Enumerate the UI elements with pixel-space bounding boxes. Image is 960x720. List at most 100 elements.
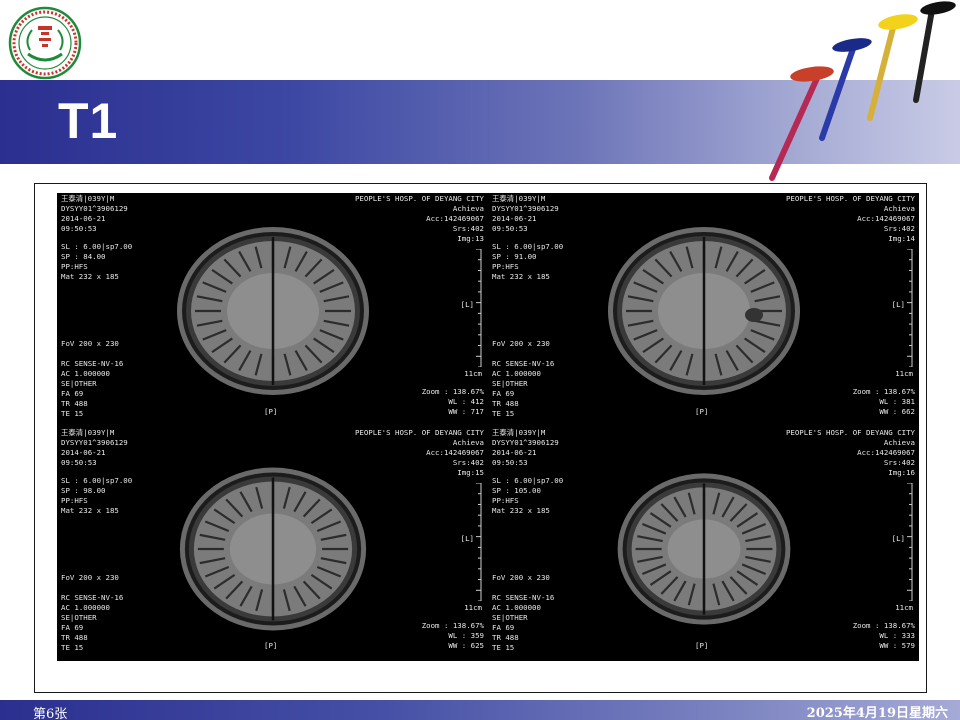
slide-date: 2025年4月19日星期六 [806,706,948,720]
overlay-se: SE|OTHER [61,379,97,388]
scale-ruler [907,249,913,367]
reflex-hammers-icon [769,1,956,181]
overlay-window-info: Zoom : 138.67% WL : 333 WW : 579 [853,621,915,651]
overlay-patient: 王泰清|039Y|M [492,428,546,437]
overlay-fa: FA 69 [492,623,515,632]
overlay-mat: Mat 232 x 185 [492,272,550,281]
overlay-img: Img:13 [457,234,484,243]
overlay-te: TE 15 [492,409,515,418]
overlay-id: DYSYY01^3906129 [492,438,559,447]
mri-panel: 王泰清|039Y|M DYSYY01^3906129 2014-06-21 09:50… [488,427,919,661]
overlay-tr: TR 488 [492,633,519,642]
mri-grid: 王泰清|039Y|M DYSYY01^3906129 2014-06-21 09:50… [57,193,919,661]
orientation-left-label: [L] [460,300,474,309]
overlay-se: SE|OTHER [61,613,97,622]
overlay-pp: PP:HFS [492,496,519,505]
overlay-system: Achieva [452,204,484,213]
overlay-fa: FA 69 [61,389,84,398]
orientation-left-label: [L] [891,534,905,543]
overlay-se: SE|OTHER [492,379,528,388]
overlay-patient-info: 王泰清|039Y|M DYSYY01^3906129 2014-06-21 09:50… [492,428,559,468]
overlay-slice-info: SL : 6.00|sp7.00 SP : 98.00 PP:HFS Mat 232 … [61,476,132,516]
scale-label: 11cm [895,369,913,378]
overlay-patient: 王泰清|039Y|M [61,194,115,203]
overlay-hospital: PEOPLE'S HOSP. OF DEYANG CITY [785,428,915,437]
overlay-sl: SL : 6.00|sp7.00 [492,242,564,251]
overlay-ac: AC 1.000000 [61,369,110,378]
overlay-pp: PP:HFS [61,496,88,505]
overlay-rc: RC SENSE-NV-16 [492,359,555,368]
overlay-mat: Mat 232 x 185 [61,506,119,515]
overlay-time: 09:50:53 [492,224,528,233]
overlay-window-info: Zoom : 138.67% WL : 359 WW : 625 [422,621,484,651]
overlay-ac: AC 1.000000 [492,369,541,378]
mri-panel: 王泰清|039Y|M DYSYY01^3906129 2014-06-21 09:50… [488,193,919,427]
overlay-sp: SP : 84.00 [61,252,106,261]
overlay-ww: WW : 717 [448,407,484,416]
overlay-acc: Acc:142469067 [857,448,915,457]
overlay-sequence-info: RC SENSE-NV-16 AC 1.000000 SE|OTHER FA 69 TR… [61,359,123,419]
overlay-id: DYSYY01^3906129 [61,204,128,213]
overlay-wl: WL : 381 [879,397,915,406]
overlay-wl: WL : 333 [879,631,915,640]
orientation-posterior-label: [P] [695,641,709,650]
overlay-patient: 王泰清|039Y|M [492,194,546,203]
overlay-srs: Srs:402 [883,458,915,467]
overlay-sequence-info: RC SENSE-NV-16 AC 1.000000 SE|OTHER FA 69 TR… [492,593,554,653]
overlay-slice-info: SL : 6.00|sp7.00 SP : 91.00 PP:HFS Mat 232 … [492,242,563,282]
orientation-left-label: [L] [460,534,474,543]
overlay-rc: RC SENSE-NV-16 [61,359,124,368]
overlay-fov: FoV 200 x 230 [61,339,119,348]
orientation-posterior-label: [P] [695,407,709,416]
overlay-window-info: Zoom : 138.67% WL : 381 WW : 662 [853,387,915,417]
hospital-logo [8,6,82,80]
overlay-hospital: PEOPLE'S HOSP. OF DEYANG CITY [354,194,484,203]
overlay-te: TE 15 [61,409,84,418]
overlay-fov: FoV 200 x 230 [492,339,550,348]
overlay-study-info: PEOPLE'S HOSP. OF DEYANG CITY Achieva Acc:… [355,428,484,478]
overlay-sequence-info: RC SENSE-NV-16 AC 1.000000 SE|OTHER FA 69 TR… [492,359,554,419]
overlay-patient-info: 王泰清|039Y|M DYSYY01^3906129 2014-06-21 09:50… [61,194,128,234]
orientation-left-label: [L] [891,300,905,309]
overlay-mat: Mat 232 x 185 [61,272,119,281]
slide-title: T1 [58,93,119,149]
overlay-sl: SL : 6.00|sp7.00 [61,476,133,485]
overlay-fov: FoV 200 x 230 [492,573,550,583]
overlay-sl: SL : 6.00|sp7.00 [492,476,564,485]
overlay-mat: Mat 232 x 185 [492,506,550,515]
overlay-system: Achieva [883,438,915,447]
overlay-ac: AC 1.000000 [492,603,541,612]
overlay-rc: RC SENSE-NV-16 [492,593,555,602]
overlay-fa: FA 69 [61,623,84,632]
overlay-slice-info: SL : 6.00|sp7.00 SP : 105.00 PP:HFS Mat 232… [492,476,563,516]
overlay-id: DYSYY01^3906129 [492,204,559,213]
overlay-srs: Srs:402 [883,224,915,233]
overlay-te: TE 15 [61,643,84,652]
overlay-system: Achieva [452,438,484,447]
overlay-acc: Acc:142469067 [426,448,484,457]
overlay-srs: Srs:402 [452,458,484,467]
overlay-fov: FoV 200 x 230 [492,339,550,349]
overlay-fov: FoV 200 x 230 [61,573,119,582]
overlay-patient-info: 王泰清|039Y|M DYSYY01^3906129 2014-06-21 09:50… [61,428,128,468]
overlay-tr: TR 488 [61,633,88,642]
overlay-rc: RC SENSE-NV-16 [61,593,124,602]
scale-ruler [476,483,482,601]
orientation-posterior-label: [P] [264,407,278,416]
overlay-slice-info: SL : 6.00|sp7.00 SP : 84.00 PP:HFS Mat 232 … [61,242,132,282]
overlay-time: 09:50:53 [61,224,97,233]
overlay-wl: WL : 412 [448,397,484,406]
overlay-study-info: PEOPLE'S HOSP. OF DEYANG CITY Achieva Acc:… [786,428,915,478]
scale-ruler [476,249,482,367]
mri-panel: 王泰清|039Y|M DYSYY01^3906129 2014-06-21 09:50… [57,193,488,427]
overlay-ww: WW : 662 [879,407,915,416]
overlay-fov: FoV 200 x 230 [61,573,119,583]
scale-label: 11cm [895,603,913,612]
overlay-fa: FA 69 [492,389,515,398]
orientation-posterior-label: [P] [264,641,278,650]
overlay-sp: SP : 105.00 [492,486,541,495]
overlay-time: 09:50:53 [492,458,528,467]
overlay-ac: AC 1.000000 [61,603,110,612]
overlay-img: Img:16 [888,468,915,477]
overlay-system: Achieva [883,204,915,213]
